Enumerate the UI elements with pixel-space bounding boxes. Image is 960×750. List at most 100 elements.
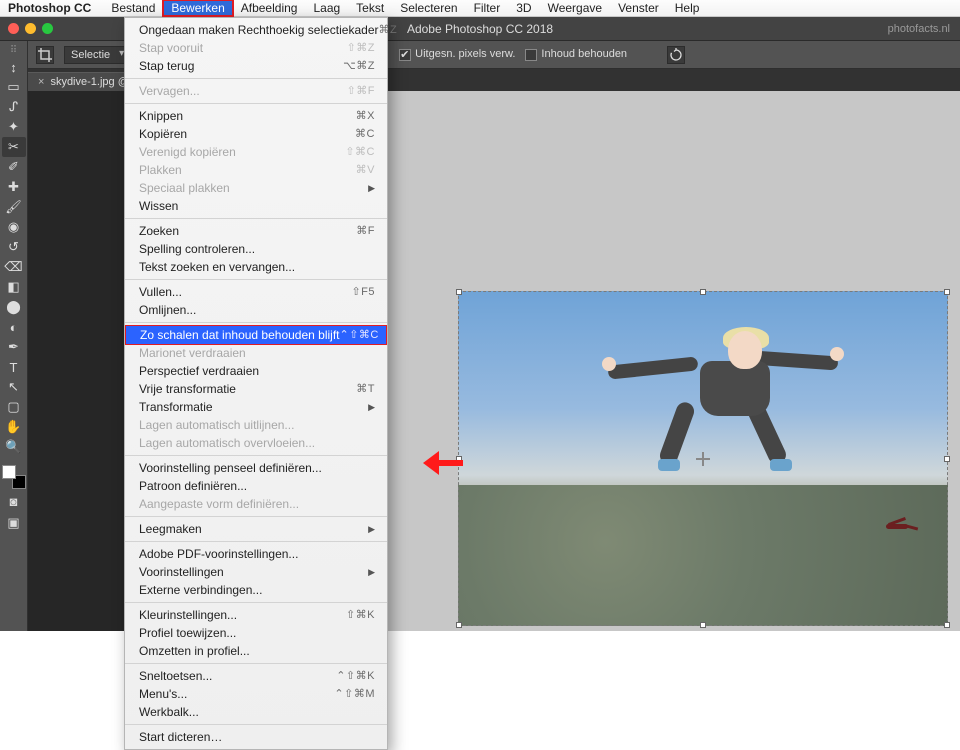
panel-grip-icon[interactable]: ⠿	[2, 45, 26, 55]
menu-item[interactable]: Leegmaken	[125, 520, 387, 538]
quick-mask-button[interactable]: ◙	[2, 491, 26, 511]
menu-item-label: Adobe PDF-voorinstellingen...	[139, 546, 298, 562]
checkbox-icon	[399, 49, 411, 61]
menu-item[interactable]: Kleurinstellingen...⇧⌘K	[125, 606, 387, 624]
menu-item-label: Stap terug	[139, 58, 194, 74]
dodge-tool[interactable]: ◐	[2, 317, 26, 337]
shape-tool[interactable]: ▢	[2, 397, 26, 417]
menu-item[interactable]: Voorinstellingen	[125, 563, 387, 581]
menubar-item-bestand[interactable]: Bestand	[103, 0, 163, 16]
crop-tool[interactable]: ✂	[2, 137, 26, 157]
menu-item-label: Plakken	[139, 162, 182, 178]
lasso-tool[interactable]: ᔑ	[2, 97, 26, 117]
menu-item-label: Perspectief verdraaien	[139, 363, 259, 379]
menu-item-label: Lagen automatisch overvloeien...	[139, 435, 315, 451]
menu-item[interactable]: Profiel toewijzen...	[125, 624, 387, 642]
menu-item[interactable]: Zoeken⌘F	[125, 222, 387, 240]
menu-item-label: Vrije transformatie	[139, 381, 236, 397]
menu-item-label: Zoeken	[139, 223, 179, 239]
menubar-item-selecteren[interactable]: Selecteren	[392, 0, 465, 16]
menu-item[interactable]: Stap terug⌥⌘Z	[125, 57, 387, 75]
eraser-tool[interactable]: ⌫	[2, 257, 26, 277]
menu-item[interactable]: Omlijnen...	[125, 301, 387, 319]
menu-item[interactable]: Voorinstelling penseel definiëren...	[125, 459, 387, 477]
maximize-window-button[interactable]	[42, 23, 53, 34]
menu-item[interactable]: Ongedaan maken Rechthoekig selectiekader…	[125, 21, 387, 39]
foreground-swatch[interactable]	[2, 465, 16, 479]
menu-item-label: Ongedaan maken Rechthoekig selectiekader	[139, 22, 378, 38]
app-name: Photoshop CC	[8, 1, 91, 15]
transform-center-icon[interactable]	[696, 452, 710, 466]
menu-item: Lagen automatisch overvloeien...	[125, 434, 387, 452]
content-aware-checkbox[interactable]: Inhoud behouden	[525, 48, 627, 60]
document-image[interactable]	[458, 291, 948, 626]
menu-item-label: Knippen	[139, 108, 183, 124]
menubar-item-tekst[interactable]: Tekst	[348, 0, 392, 16]
eyedropper-tool[interactable]: ✐	[2, 157, 26, 177]
menubar-item-3d[interactable]: 3D	[508, 0, 539, 16]
menu-item[interactable]: Vullen...⇧F5	[125, 283, 387, 301]
menu-item[interactable]: Menu's...⌃⇧⌘M	[125, 685, 387, 703]
menubar-item-bewerken[interactable]: Bewerken	[163, 0, 232, 16]
pen-tool[interactable]: ✒	[2, 337, 26, 357]
menu-item[interactable]: Zo schalen dat inhoud behouden blijft⌃⇧⌘…	[125, 325, 387, 345]
gradient-tool[interactable]: ◧	[2, 277, 26, 297]
menu-item-shortcut: ⇧⌘K	[346, 607, 375, 623]
menu-item: Speciaal plakken	[125, 179, 387, 197]
menu-item-label: Transformatie	[139, 399, 213, 415]
path-select-tool[interactable]: ↖	[2, 377, 26, 397]
move-tool[interactable]: ↕	[2, 57, 26, 77]
menu-item: Marionet verdraaien	[125, 344, 387, 362]
menu-item[interactable]: Spelling controleren...	[125, 240, 387, 258]
menu-item[interactable]: Transformatie	[125, 398, 387, 416]
menubar-item-weergave[interactable]: Weergave	[540, 0, 610, 16]
menu-item[interactable]: Wissen	[125, 197, 387, 215]
zoom-tool[interactable]: 🔍	[2, 437, 26, 457]
marquee-tool[interactable]: ▭	[2, 77, 26, 97]
macos-menubar: Photoshop CC BestandBewerkenAfbeeldingLa…	[0, 0, 960, 17]
menu-item[interactable]: Kopiëren⌘C	[125, 125, 387, 143]
healing-tool[interactable]: ✚	[2, 177, 26, 197]
quick-select-tool[interactable]: ✦	[2, 117, 26, 137]
menu-item[interactable]: Tekst zoeken en vervangen...	[125, 258, 387, 276]
menubar-item-laag[interactable]: Laag	[305, 0, 348, 16]
brush-tool[interactable]: 🖌	[2, 197, 26, 217]
screen-mode-button[interactable]: ▣	[2, 513, 26, 533]
menubar-item-help[interactable]: Help	[667, 0, 708, 16]
menu-item[interactable]: Omzetten in profiel...	[125, 642, 387, 660]
menu-item-label: Menu's...	[139, 686, 187, 702]
minimize-window-button[interactable]	[25, 23, 36, 34]
type-tool[interactable]: T	[2, 357, 26, 377]
color-swatches[interactable]	[2, 465, 26, 489]
app-title: Adobe Photoshop CC 2018	[407, 22, 553, 36]
menubar-item-venster[interactable]: Venster	[610, 0, 667, 16]
menubar-item-filter[interactable]: Filter	[466, 0, 509, 16]
menu-item[interactable]: Werkbalk...	[125, 703, 387, 721]
menu-item-label: Aangepaste vorm definiëren...	[139, 496, 299, 512]
menu-item[interactable]: Sneltoetsen...⌃⇧⌘K	[125, 667, 387, 685]
tool-panel: ⠿ ↕▭ᔑ✦✂✐✚🖌◉↺⌫◧⬤◐✒T↖▢✋🔍 ◙ ▣	[0, 41, 28, 631]
menu-item[interactable]: Perspectief verdraaien	[125, 362, 387, 380]
stamp-tool[interactable]: ◉	[2, 217, 26, 237]
menu-item[interactable]: Start dicteren…	[125, 728, 387, 746]
hand-tool[interactable]: ✋	[2, 417, 26, 437]
menubar-item-afbeelding[interactable]: Afbeelding	[233, 0, 306, 16]
menu-item[interactable]: Vrije transformatie⌘T	[125, 380, 387, 398]
menu-item[interactable]: Externe verbindingen...	[125, 581, 387, 599]
checkbox-label: Uitgesn. pixels verw.	[415, 48, 515, 60]
menu-item-label: Stap vooruit	[139, 40, 203, 56]
close-tab-icon[interactable]: ×	[38, 76, 44, 88]
history-brush-tool[interactable]: ↺	[2, 237, 26, 257]
delete-cropped-checkbox[interactable]: Uitgesn. pixels verw.	[399, 48, 515, 60]
menu-item[interactable]: Adobe PDF-voorinstellingen...	[125, 545, 387, 563]
reset-crop-button[interactable]	[667, 46, 685, 64]
crop-mode-select[interactable]: Selectie	[64, 46, 129, 64]
blur-tool[interactable]: ⬤	[2, 297, 26, 317]
menu-item[interactable]: Patroon definiëren...	[125, 477, 387, 495]
menu-item-label: Start dicteren…	[139, 729, 222, 745]
menu-item: Vervagen...⇧⌘F	[125, 82, 387, 100]
menu-item[interactable]: Knippen⌘X	[125, 107, 387, 125]
close-window-button[interactable]	[8, 23, 19, 34]
menu-item: Aangepaste vorm definiëren...	[125, 495, 387, 513]
menu-item-label: Tekst zoeken en vervangen...	[139, 259, 295, 275]
